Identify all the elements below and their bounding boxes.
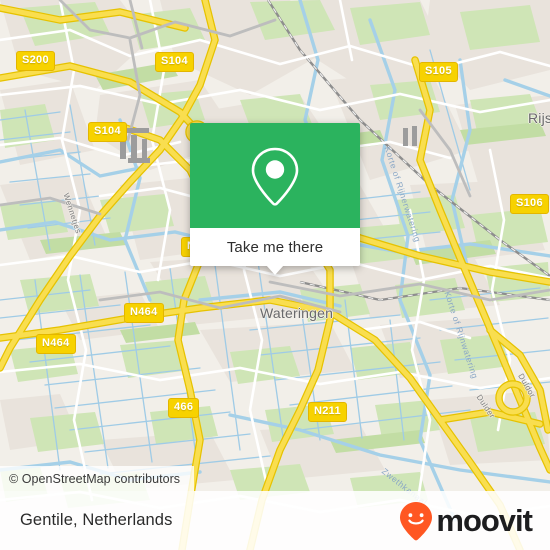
footer-bar: Gentile, Netherlands moovit xyxy=(0,491,550,550)
callout-tail xyxy=(266,265,284,275)
destination-callout[interactable]: Take me there xyxy=(190,123,360,275)
map-attribution[interactable]: © OpenStreetMap contributors xyxy=(0,466,195,491)
road-shield-n211[interactable]: N211 xyxy=(308,402,347,422)
map-pin-icon xyxy=(251,147,299,206)
callout-action-bar[interactable]: Take me there xyxy=(190,228,360,275)
road-shield-s104-west[interactable]: S104 xyxy=(88,122,127,142)
callout-image-panel xyxy=(190,123,360,228)
road-shield-466[interactable]: 466 xyxy=(168,398,200,418)
road-shield-n464-east[interactable]: N464 xyxy=(124,303,164,323)
location-title: Gentile, Netherlands xyxy=(20,511,173,529)
moovit-smiley-pin-icon xyxy=(400,501,433,540)
moovit-logo[interactable]: moovit xyxy=(399,501,533,541)
map-screen: Wateringen Rijs Korte of Rijnerwatering … xyxy=(0,0,550,550)
moovit-wordmark: moovit xyxy=(436,503,533,538)
road-shield-n464-west[interactable]: N464 xyxy=(36,334,76,354)
road-shield-s106[interactable]: S106 xyxy=(510,194,549,214)
take-me-there-label: Take me there xyxy=(226,238,324,256)
road-shield-s200[interactable]: S200 xyxy=(16,51,55,71)
road-shield-s105[interactable]: S105 xyxy=(419,62,458,82)
road-shield-s104-north[interactable]: S104 xyxy=(155,52,194,72)
